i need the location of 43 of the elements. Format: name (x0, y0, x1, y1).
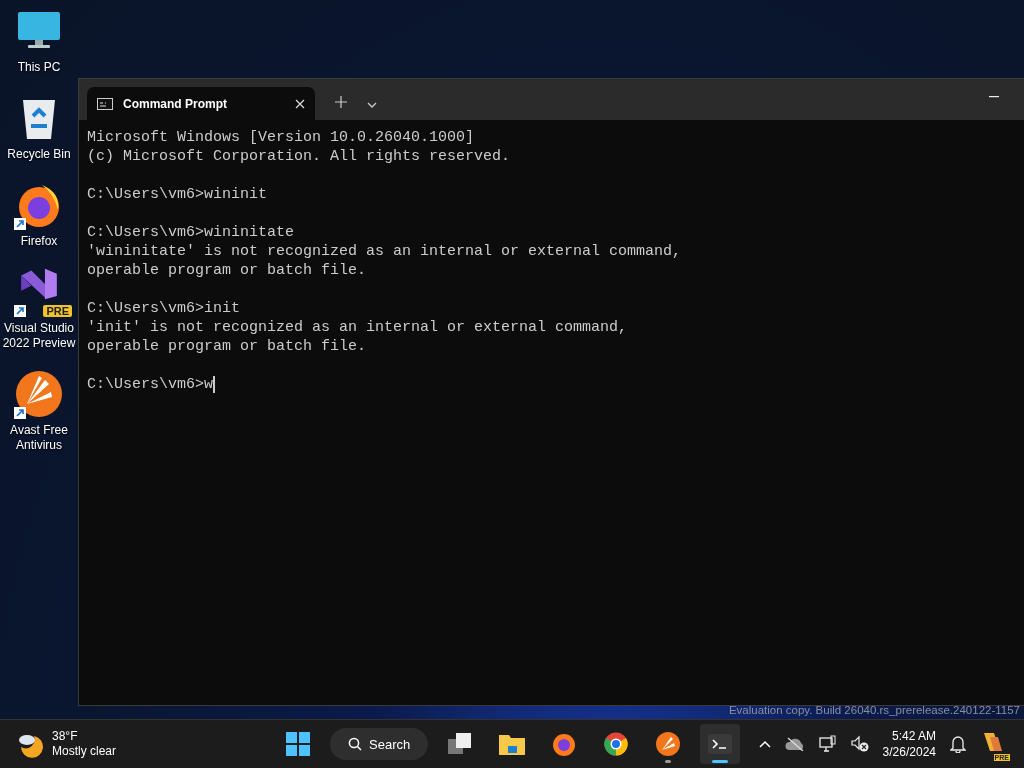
console-line: operable program or batch file. (87, 261, 368, 280)
console-line: Microsoft Windows [Version 10.0.26040.1000] (87, 128, 476, 147)
console-line: 'init' is not recognized as an internal or external command, (87, 318, 629, 337)
taskbar-app[interactable] (700, 724, 741, 764)
evaluation-notice: Evaluation copy. Build 26040.rs_prerelease.240122-1157 (728, 704, 1020, 716)
terminal-icon (708, 734, 733, 754)
terminal-tab[interactable]: Command Prompt (87, 87, 315, 120)
infinity-ribbon-icon[interactable] (19, 267, 59, 301)
close-icon[interactable] (295, 98, 305, 109)
weather-temperature[interactable]: 38°F (52, 729, 116, 744)
volume-muted-icon[interactable] (850, 735, 869, 753)
console-line: 'wininitate' is not recognized as an internal or external command, (87, 242, 683, 261)
clock-time[interactable]: 5:42 AM (891, 728, 936, 744)
preview-badge: PRE (43, 305, 72, 317)
plus-icon[interactable] (335, 96, 347, 108)
fox-globe-icon (552, 732, 577, 756)
desktop-icon-label[interactable]: Visual Studio 2022 Preview (0, 321, 78, 351)
bell-icon[interactable] (950, 735, 966, 753)
weather-condition[interactable]: Mostly clear (52, 744, 116, 759)
search-icon (348, 737, 362, 751)
console-icon (97, 97, 113, 110)
folder-icon (499, 733, 526, 755)
search-button[interactable]: Search (330, 728, 429, 760)
command-prompt-line[interactable]: C:\Users\vm6>w (87, 375, 214, 394)
desktop-icon-label[interactable]: Avast Free Antivirus (0, 423, 78, 453)
task-view-icon (448, 733, 473, 755)
desktop-icon-label[interactable]: Firefox (20, 234, 58, 249)
desktop-icon-label[interactable]: This PC (17, 60, 61, 75)
text-cursor (213, 376, 216, 393)
console-line: C:\Users\vm6>wininit (87, 185, 269, 204)
chevron-down-icon[interactable] (367, 102, 377, 108)
console-line: C:\Users\vm6>wininitate (87, 223, 296, 242)
clock-date[interactable]: 3/26/2024 (882, 744, 936, 760)
desktop-icon-label[interactable]: Recycle Bin (7, 147, 71, 162)
console-line: C:\Users\vm6>init (87, 299, 242, 318)
chevron-up-icon[interactable] (758, 740, 771, 748)
network-icon[interactable] (818, 735, 837, 753)
cloud-off-icon[interactable] (784, 737, 805, 751)
monitor-icon[interactable] (17, 11, 61, 51)
console-line: operable program or batch file. (87, 337, 368, 356)
start-icon[interactable] (286, 732, 310, 756)
minimize-icon[interactable] (989, 96, 999, 98)
console-line: (c) Microsoft Corporation. All rights reserved. (87, 147, 512, 166)
